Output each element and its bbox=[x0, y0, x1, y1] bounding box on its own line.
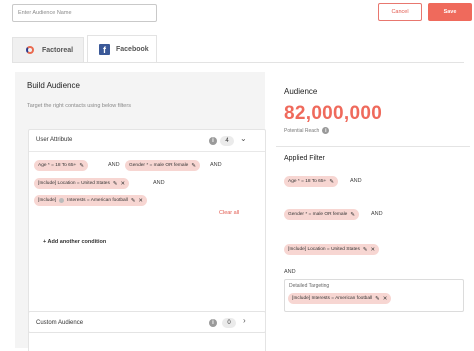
edit-pencil-icon[interactable]: ✎ bbox=[191, 163, 196, 169]
cancel-button[interactable]: Cancel bbox=[378, 3, 422, 21]
applied-chip-location[interactable]: [Include] Location = United States ✎ ✕ bbox=[284, 244, 380, 255]
filter-chip-gender[interactable]: Gender * = male OR female ✎ bbox=[125, 160, 200, 171]
custom-audience-count: 0 bbox=[222, 318, 236, 328]
chip-label: Age * = 18 To 65+ bbox=[288, 179, 327, 184]
applied-filter-title: Applied Filter bbox=[284, 155, 325, 162]
chip-label: Age * = 18 To 65+ bbox=[38, 163, 77, 168]
chevron-down-icon[interactable]: ⌄ bbox=[240, 134, 247, 143]
and-label: AND bbox=[350, 178, 362, 184]
save-button[interactable]: Save bbox=[428, 3, 472, 21]
chip-label: Gender * = male OR female bbox=[288, 212, 348, 217]
filter-chip-interests[interactable]: [Include] Interests = American football … bbox=[34, 195, 148, 206]
edit-pencil-icon[interactable]: ✎ bbox=[329, 179, 334, 185]
add-condition-button[interactable]: + Add another condition bbox=[43, 239, 106, 245]
potential-reach-label: Potential Reach bbox=[284, 127, 320, 134]
chip-label: [Include] bbox=[38, 198, 57, 203]
facebook-icon: f bbox=[99, 44, 110, 55]
applied-chip-age[interactable]: Age * = 18 To 65+ ✎ bbox=[284, 176, 338, 187]
close-icon[interactable]: ✕ bbox=[138, 198, 143, 204]
info-icon[interactable]: i bbox=[209, 137, 217, 145]
and-label: AND bbox=[210, 162, 222, 168]
and-label: AND bbox=[153, 180, 165, 186]
edit-pencil-icon[interactable]: ✎ bbox=[375, 296, 380, 302]
tab-factoreal[interactable]: Factoreal bbox=[12, 37, 84, 62]
audience-name-input[interactable] bbox=[12, 4, 157, 22]
user-attribute-count: 4 bbox=[220, 136, 234, 146]
build-audience-panel: Build Audience Target the right contacts… bbox=[15, 72, 266, 351]
audience-summary-panel: Audience 82,000,000 Potential Reach i Ap… bbox=[276, 72, 470, 348]
chip-label: [Include] Location = United States bbox=[288, 247, 360, 252]
close-icon[interactable]: ✕ bbox=[383, 296, 388, 302]
close-icon[interactable]: ✕ bbox=[120, 181, 125, 187]
help-icon[interactable]: i bbox=[322, 127, 330, 134]
edit-pencil-icon[interactable]: ✎ bbox=[363, 247, 368, 253]
chip-label: [Include] Location = United States bbox=[38, 181, 110, 186]
chip-label: [Include] Interests = American football bbox=[292, 296, 373, 301]
applied-chip-gender[interactable]: Gender * = male OR female ✎ bbox=[284, 209, 359, 220]
and-label: AND bbox=[371, 211, 383, 217]
chevron-right-icon[interactable]: › bbox=[243, 316, 246, 325]
close-icon[interactable]: ✕ bbox=[370, 247, 375, 253]
potential-reach-label-row: Potential Reach i bbox=[284, 127, 330, 134]
edit-pencil-icon[interactable]: ✎ bbox=[79, 163, 84, 169]
build-audience-title: Build Audience bbox=[27, 81, 80, 90]
tab-divider bbox=[12, 62, 464, 63]
edit-pencil-icon[interactable]: ✎ bbox=[113, 181, 118, 187]
user-attribute-title: User Attribute bbox=[36, 137, 73, 143]
divider bbox=[276, 146, 470, 147]
detailed-targeting-box: Detailed Targeting [Include] Interests =… bbox=[284, 279, 464, 312]
edit-pencil-icon[interactable]: ✎ bbox=[350, 212, 355, 218]
edit-pencil-icon[interactable]: ✎ bbox=[131, 198, 136, 204]
tab-factoreal-label: Factoreal bbox=[42, 46, 74, 54]
potential-reach-value: 82,000,000 bbox=[284, 103, 383, 124]
filter-chip-age[interactable]: Age * = 18 To 65+ ✎ bbox=[34, 160, 88, 171]
circle-icon bbox=[59, 198, 65, 203]
clear-all-link[interactable]: Clear all bbox=[219, 210, 239, 216]
tab-facebook[interactable]: f Facebook bbox=[87, 35, 157, 63]
custom-audience-section[interactable]: Custom Audience i 0 › bbox=[28, 311, 266, 333]
and-label: AND bbox=[108, 162, 120, 168]
audience-title: Audience bbox=[284, 87, 318, 96]
info-icon[interactable]: i bbox=[209, 319, 217, 327]
chip-label: Gender * = male OR female bbox=[129, 163, 189, 168]
factoreal-logo-icon bbox=[24, 44, 36, 56]
chip-label-2: Interests = American football bbox=[67, 198, 128, 203]
filter-chip-location[interactable]: [Include] Location = United States ✎ ✕ bbox=[34, 178, 130, 189]
detailed-chip-interests[interactable]: [Include] Interests = American football … bbox=[288, 293, 392, 304]
tab-facebook-label: Facebook bbox=[116, 46, 149, 53]
and-label: AND bbox=[284, 269, 296, 275]
custom-audience-title: Custom Audience bbox=[36, 320, 84, 326]
divider bbox=[29, 151, 265, 152]
detailed-targeting-label: Detailed Targeting bbox=[289, 283, 330, 289]
build-audience-subtitle: Target the right contacts using below fi… bbox=[27, 103, 131, 109]
